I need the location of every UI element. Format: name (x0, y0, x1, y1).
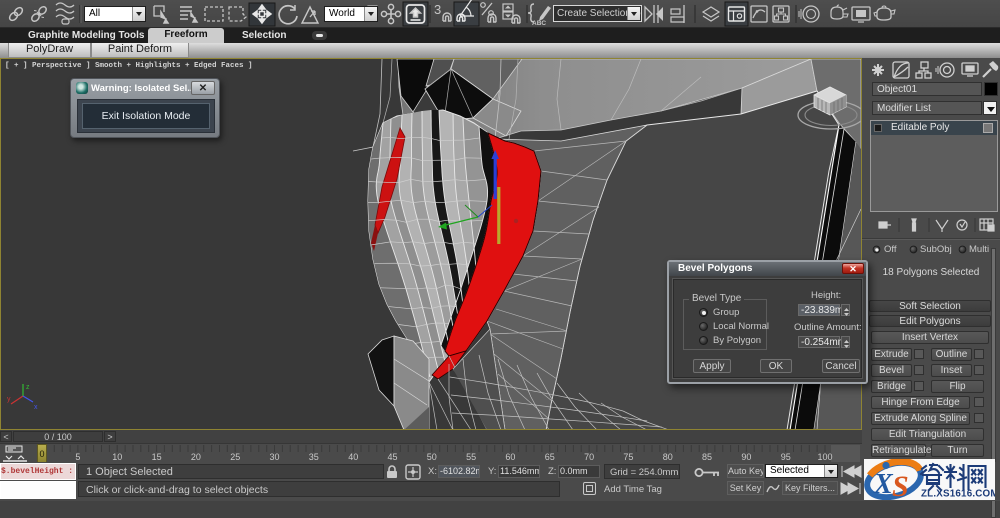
svg-text:100: 100 (817, 452, 832, 462)
svg-text:55: 55 (466, 452, 476, 462)
svg-text:X: X (873, 469, 894, 500)
svg-text:5: 5 (75, 452, 80, 462)
svg-text:20: 20 (191, 452, 201, 462)
svg-text:75: 75 (623, 452, 633, 462)
svg-text:65: 65 (545, 452, 555, 462)
svg-text:80: 80 (663, 452, 673, 462)
svg-text:30: 30 (269, 452, 279, 462)
svg-text:x: x (34, 404, 38, 411)
svg-text:3: 3 (434, 2, 441, 17)
svg-text:60: 60 (505, 452, 515, 462)
svg-text:35: 35 (309, 452, 319, 462)
svg-text:95: 95 (781, 452, 791, 462)
svg-text:ZL.XS1616.COM: ZL.XS1616.COM (921, 489, 995, 500)
svg-text:45: 45 (387, 452, 397, 462)
svg-text:85: 85 (702, 452, 712, 462)
svg-text:10: 10 (112, 452, 122, 462)
svg-text:S: S (892, 470, 909, 500)
svg-text:50: 50 (427, 452, 437, 462)
svg-text:25: 25 (230, 452, 240, 462)
svg-text:z: z (26, 384, 30, 391)
svg-text:90: 90 (741, 452, 751, 462)
svg-text:y: y (7, 396, 11, 403)
svg-text:ABC: ABC (532, 20, 546, 27)
svg-text:15: 15 (152, 452, 162, 462)
svg-text:40: 40 (348, 452, 358, 462)
svg-text:70: 70 (584, 452, 594, 462)
